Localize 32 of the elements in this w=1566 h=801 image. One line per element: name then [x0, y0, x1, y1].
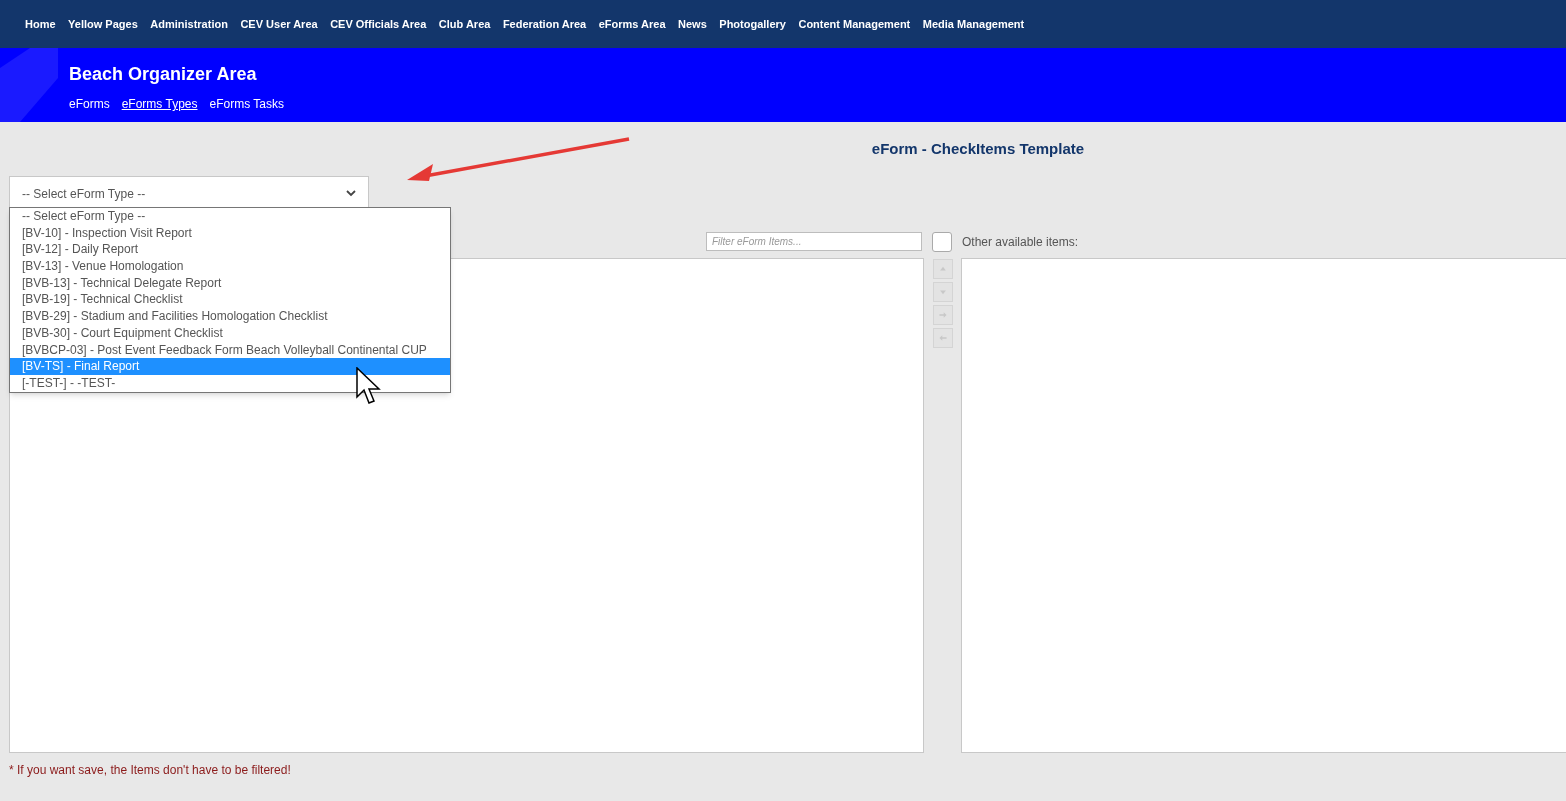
- filter-input[interactable]: Filter eForm Items...: [706, 232, 922, 251]
- nav-link[interactable]: Home: [25, 15, 56, 33]
- nav-link[interactable]: CEV Officials Area: [330, 15, 427, 33]
- area-link[interactable]: eForms: [69, 95, 110, 113]
- dropdown-option[interactable]: [BVB-29] - Stadium and Facilities Homologation Checklist: [10, 308, 450, 325]
- nav-link[interactable]: eForms Area: [598, 15, 666, 33]
- other-items-label: Other available items:: [962, 233, 1079, 251]
- nav-link[interactable]: News: [678, 15, 707, 33]
- nav-link[interactable]: Federation Area: [502, 15, 587, 33]
- dropdown-option[interactable]: [BVB-30] - Court Equipment Checklist: [10, 324, 450, 342]
- area-title: Beach Organizer Area: [69, 63, 258, 86]
- dropdown-option[interactable]: [BV-12] - Daily Report: [10, 241, 450, 259]
- area-link[interactable]: eForms Types: [121, 95, 198, 113]
- area-link[interactable]: eForms Tasks: [209, 95, 284, 113]
- chevron-down-icon: [346, 190, 356, 197]
- nav-link[interactable]: Administration: [150, 15, 228, 33]
- nav-link[interactable]: Yellow Pages: [68, 15, 138, 33]
- dropdown-option[interactable]: [-TEST-] - -TEST-: [10, 374, 450, 392]
- nav-link[interactable]: Photogallery: [719, 15, 786, 33]
- select-all-checkbox[interactable]: [932, 231, 952, 252]
- nav-link[interactable]: Media Management: [922, 15, 1025, 33]
- nav-link[interactable]: Club Area: [438, 15, 491, 33]
- nav-link[interactable]: CEV User Area: [240, 15, 318, 33]
- dropdown-option[interactable]: [BVBCP-03] - Post Event Feedback Form Beach Volleyball Continental CUP: [10, 341, 450, 359]
- dropdown-option[interactable]: [BV-10] - Inspection Visit Report: [10, 224, 450, 242]
- page-title: eForm - CheckItems Template: [871, 139, 1085, 159]
- filter-warning-note: * If you want save, the Items don't have to be filtered!: [8, 761, 292, 779]
- available-items-list[interactable]: [961, 257, 1566, 753]
- dropdown-option[interactable]: [BV-13] - Venue Homologation: [10, 258, 450, 275]
- nav-link[interactable]: Content Management: [798, 15, 911, 33]
- dropdown-option[interactable]: [BVB-13] - Technical Delegate Report: [10, 274, 450, 292]
- dropdown-option[interactable]: [BVB-19] - Technical Checklist: [10, 291, 450, 309]
